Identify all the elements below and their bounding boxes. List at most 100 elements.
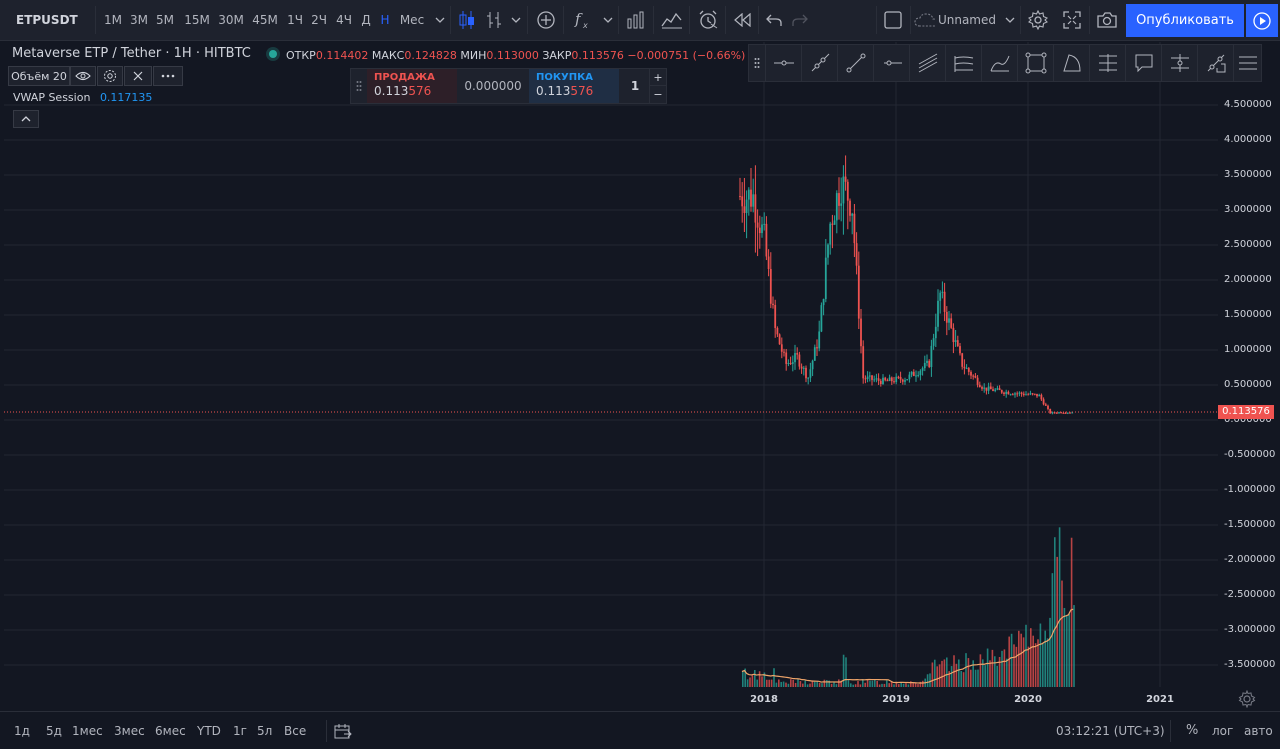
fib-retracement-icon[interactable]: [1089, 45, 1125, 81]
candle-body: [862, 346, 865, 379]
interval-3m[interactable]: 3М: [127, 0, 151, 40]
collapse-legend-icon[interactable]: [13, 110, 39, 128]
range-5y[interactable]: 5л: [257, 712, 272, 749]
chevron-down-icon[interactable]: [508, 0, 524, 40]
volume-bar: [1037, 639, 1039, 687]
range-1d[interactable]: 1д: [14, 712, 30, 749]
quantity-input[interactable]: 1: [621, 69, 649, 103]
interval-2h[interactable]: 2Ч: [307, 0, 331, 40]
sell-button[interactable]: ПРОДАЖА 0.113576: [367, 69, 457, 103]
play-icon[interactable]: [1246, 4, 1278, 37]
gear-icon[interactable]: [97, 66, 123, 86]
candle-body: [996, 388, 999, 390]
camera-icon[interactable]: [1093, 0, 1121, 40]
candle-body: [833, 220, 836, 225]
divider: [876, 6, 877, 34]
compare-icon[interactable]: [658, 0, 686, 40]
replay-icon[interactable]: [730, 0, 756, 40]
candle-body: [1022, 393, 1025, 396]
close-icon[interactable]: [124, 66, 152, 86]
interval-week[interactable]: Н: [376, 0, 394, 40]
redo-icon[interactable]: [788, 0, 812, 40]
interval-month[interactable]: Мес: [396, 0, 428, 40]
interval-30m[interactable]: 30М: [215, 0, 247, 40]
interval-5m[interactable]: 5М: [153, 0, 177, 40]
market-status-dot[interactable]: [268, 49, 277, 58]
chevron-down-icon[interactable]: [600, 0, 616, 40]
symbol-search[interactable]: ETPUSDT: [6, 0, 94, 40]
parallel-channel-icon[interactable]: [909, 45, 945, 81]
volume-bar: [943, 659, 946, 687]
range-1y[interactable]: 1г: [233, 712, 247, 749]
menu-icon[interactable]: [1233, 45, 1261, 81]
candle-body: [776, 327, 779, 335]
range-6m[interactable]: 6мес: [155, 712, 186, 749]
horizontal-line-icon[interactable]: [765, 45, 801, 81]
range-5d[interactable]: 5д: [46, 712, 62, 749]
regression-trend-icon[interactable]: [945, 45, 981, 81]
curve-icon[interactable]: [981, 45, 1017, 81]
brush-icon[interactable]: [1197, 45, 1233, 81]
range-3m[interactable]: 3мес: [114, 712, 145, 749]
symbol-title[interactable]: Metaverse ETP / Tether · 1H · HITBTC: [12, 46, 277, 61]
indicators-icon[interactable]: fx: [568, 0, 596, 40]
goto-date-icon[interactable]: [334, 712, 352, 749]
layout-name[interactable]: Unnamed: [914, 0, 996, 40]
svg-text:x: x: [582, 21, 588, 30]
log-scale-toggle[interactable]: лог: [1212, 712, 1233, 749]
volume-bar: [766, 679, 768, 687]
change-value: −0.000751 (−0.66%): [627, 49, 746, 62]
auto-scale-toggle[interactable]: авто: [1244, 712, 1273, 749]
buy-button[interactable]: ПОКУПКА 0.113576: [529, 69, 619, 103]
drag-handle-icon[interactable]: [351, 69, 367, 103]
candle-body: [954, 340, 957, 343]
fullscreen-icon[interactable]: [1058, 0, 1086, 40]
chevron-down-icon[interactable]: [1002, 0, 1018, 40]
percent-scale-toggle[interactable]: %: [1186, 712, 1198, 749]
price-chart[interactable]: [4, 42, 1218, 687]
eye-icon[interactable]: [70, 66, 96, 86]
current-price-tag: 0.113576: [1218, 405, 1274, 420]
volume-bar: [1056, 556, 1058, 687]
rectangle-icon[interactable]: [1017, 45, 1053, 81]
ray-icon[interactable]: [801, 45, 837, 81]
quantity-minus-button[interactable]: −: [649, 86, 666, 103]
fullscreen-square-icon[interactable]: [880, 0, 906, 40]
trend-line-icon[interactable]: [837, 45, 873, 81]
range-1m[interactable]: 1мес: [72, 712, 103, 749]
vwap-study[interactable]: VWAP Session 0.117135: [13, 91, 152, 104]
callout-icon[interactable]: [1125, 45, 1161, 81]
interval-15m[interactable]: 15М: [181, 0, 213, 40]
drag-handle-icon[interactable]: [749, 45, 765, 81]
interval-45m[interactable]: 45М: [249, 0, 281, 40]
price-axis[interactable]: 4.500000 4.000000 3.500000 3.000000 2.500000…: [1218, 42, 1280, 687]
interval-1h[interactable]: 1Ч: [283, 0, 307, 40]
axis-settings-gear-icon[interactable]: [1238, 689, 1258, 710]
volume-bar: [886, 680, 888, 687]
chevron-down-icon[interactable]: [432, 0, 448, 40]
horizontal-ray-icon[interactable]: [873, 45, 909, 81]
quantity-plus-button[interactable]: +: [649, 69, 666, 86]
interval-1m[interactable]: 1М: [101, 0, 125, 40]
sell-label: ПРОДАЖА: [374, 72, 435, 83]
financials-icon[interactable]: [622, 0, 650, 40]
time-tick-label: 2019: [882, 694, 910, 705]
range-all[interactable]: Все: [284, 712, 306, 749]
undo-icon[interactable]: [762, 0, 786, 40]
candles-icon[interactable]: [454, 0, 480, 40]
divider: [326, 720, 327, 742]
time-axis[interactable]: 2018 2019 2020 2021: [4, 688, 1280, 710]
settings-gear-icon[interactable]: [1024, 0, 1052, 40]
volume-study-label[interactable]: Объём 20: [8, 66, 70, 86]
more-icon[interactable]: [153, 66, 183, 86]
clock-timezone[interactable]: 03:12:21 (UTC+3): [1056, 712, 1165, 749]
compare-add-icon[interactable]: [532, 0, 560, 40]
interval-day[interactable]: Д: [357, 0, 375, 40]
interval-4h[interactable]: 4Ч: [332, 0, 356, 40]
arc-icon[interactable]: [1053, 45, 1089, 81]
date-price-range-icon[interactable]: [1161, 45, 1197, 81]
publish-button[interactable]: Опубликовать: [1126, 4, 1244, 37]
bars-icon[interactable]: [481, 0, 507, 40]
range-ytd[interactable]: YTD: [197, 712, 221, 749]
alert-clock-icon[interactable]: [694, 0, 722, 40]
